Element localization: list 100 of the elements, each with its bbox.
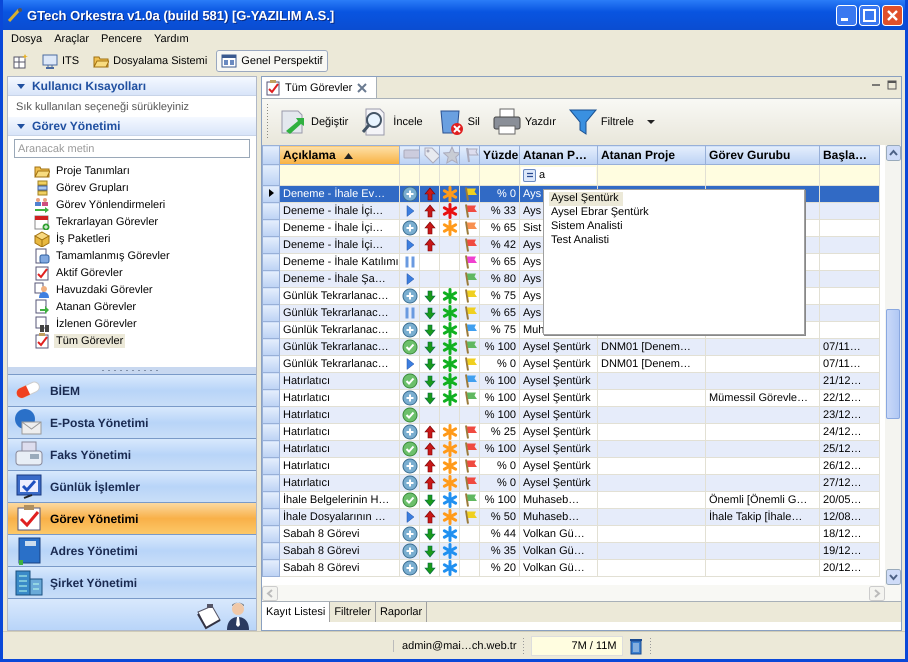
- tree-item[interactable]: Atanan Görevler: [54, 300, 138, 314]
- splitter-grip[interactable]: [8, 367, 256, 374]
- tag-icon: [423, 146, 438, 164]
- toolbar-button[interactable]: Sil: [432, 105, 483, 139]
- nav-button[interactable]: Şirket Yönetimi: [8, 566, 256, 598]
- menu-item[interactable]: Dosya: [5, 33, 48, 45]
- scroll-thumb[interactable]: [886, 309, 900, 419]
- table-cell: Mümessil Görevle…: [709, 392, 808, 404]
- window-title: GTech Orkestra v1.0a (build 581) [G-YAZILIM A.S.]: [27, 8, 336, 22]
- column-header[interactable]: Yüzde: [480, 146, 520, 164]
- tree-item[interactable]: Görev Yönlendirmeleri: [54, 198, 168, 212]
- maximize-button[interactable]: [859, 4, 880, 26]
- column-header[interactable]: Atanan P…: [520, 146, 598, 164]
- nav-button[interactable]: Görev Yönetimi: [8, 502, 256, 534]
- tree-item[interactable]: Tüm Görevler: [54, 334, 126, 348]
- toolbar-button[interactable]: Genel Perspektif: [216, 50, 328, 72]
- table-cell: 20/05…: [823, 494, 862, 506]
- table-cell: 26/12…: [823, 460, 862, 472]
- tree-item[interactable]: Görev Grupları: [54, 180, 131, 194]
- table-cell: % 100: [484, 341, 516, 353]
- window-icon: [221, 53, 238, 69]
- status-grip: [522, 638, 526, 654]
- tree-item[interactable]: Aktif Görevler: [54, 266, 125, 280]
- tree-item[interactable]: İzlenen Görevler: [54, 316, 139, 330]
- tree-item[interactable]: Tekrarlayan Görevler: [54, 214, 160, 228]
- menu-item[interactable]: Pencere: [95, 33, 148, 45]
- status-grip: [649, 638, 652, 654]
- toolbar-button[interactable]: Değiştir: [275, 105, 352, 139]
- vertical-scrollbar[interactable]: [885, 145, 901, 585]
- table-cell: Volkan Gü…: [523, 528, 585, 540]
- scroll-up-button[interactable]: [886, 145, 900, 161]
- table-cell: Muhaseb…: [523, 511, 580, 523]
- table-cell: DNM01 [Denem…: [601, 341, 691, 353]
- table-cell: Aysel Şentürk: [523, 392, 591, 404]
- column-header[interactable]: Başla…: [820, 146, 880, 164]
- table-cell: Deneme - İhale İçi…: [283, 222, 384, 234]
- table-cell: İhale Dosyalarının …: [283, 511, 386, 523]
- checklist-icon: [34, 264, 50, 280]
- list-item[interactable]: Aysel Şentürk: [549, 192, 623, 206]
- table-cell: % 100: [484, 375, 516, 387]
- list-item[interactable]: Test Analisti: [549, 234, 612, 248]
- table-cell: Hatırlatıcı: [283, 443, 330, 455]
- tab[interactable]: Kayıt Listesi: [262, 602, 330, 622]
- list-item[interactable]: Aysel Ebrar Şentürk: [549, 206, 651, 220]
- table-cell: Deneme - İhale İçi…: [283, 239, 384, 251]
- column-header[interactable]: Atanan Proje: [598, 146, 706, 164]
- table-cell: Aysel Şentürk: [523, 409, 591, 421]
- table-cell: % 25: [490, 426, 516, 438]
- table-cell: 27/12…: [823, 477, 862, 489]
- search-field[interactable]: Aranacak metin: [14, 139, 250, 158]
- list-item[interactable]: Sistem Analisti: [549, 220, 625, 234]
- tree-item[interactable]: Tamamlanmış Görevler: [54, 248, 172, 262]
- close-icon[interactable]: [356, 82, 368, 94]
- monitor-icon: [42, 53, 58, 69]
- close-button[interactable]: [882, 4, 903, 26]
- funnel-icon: [568, 107, 598, 137]
- new-window-icon: [12, 53, 28, 69]
- table-cell: 24/12…: [823, 426, 862, 438]
- scroll-down-button[interactable]: [886, 569, 900, 585]
- tree-item[interactable]: Proje Tanımları: [54, 164, 132, 178]
- table-cell: 22/12…: [823, 392, 862, 404]
- tree-item[interactable]: İş Paketleri: [54, 232, 112, 246]
- table-cell: % 65: [490, 222, 516, 234]
- user-icon[interactable]: [226, 600, 250, 630]
- view-tab[interactable]: Tüm Görevler: [262, 77, 378, 98]
- nav-button[interactable]: BİEM: [8, 374, 256, 406]
- table-cell: % 65: [490, 307, 516, 319]
- operator-button[interactable]: [523, 168, 536, 182]
- nav-button[interactable]: Adres Yönetimi: [8, 534, 256, 566]
- table-cell: İhale Takip [İhale…: [709, 511, 802, 523]
- nav-button[interactable]: Günlük İşlemler: [8, 470, 256, 502]
- caret-icon: [646, 120, 655, 124]
- table-cell: Sabah 8 Görevi: [283, 545, 360, 557]
- tree-item[interactable]: Havuzdaki Görevler: [54, 282, 155, 296]
- toolbar-button[interactable]: Dosyalama Sistemi: [88, 50, 212, 72]
- tab-title: Tüm Görevler: [285, 82, 352, 94]
- toolbar-button[interactable]: Yazdır: [488, 105, 559, 139]
- section-header[interactable]: Kullanıcı Kısayolları: [8, 77, 256, 96]
- section-header[interactable]: Görev Yönetimi: [8, 117, 256, 136]
- toolbar-button[interactable]: Filtrele: [564, 105, 658, 139]
- printer-icon: [492, 107, 522, 137]
- calendar-icon: [34, 214, 50, 230]
- nav-button[interactable]: Faks Yönetimi: [8, 438, 256, 470]
- table-cell: % 0: [497, 460, 516, 472]
- nav-button[interactable]: E-Posta Yönetimi: [8, 406, 256, 438]
- table-cell: 07/11…: [823, 341, 861, 353]
- toolbar-button[interactable]: ITS: [37, 50, 84, 72]
- table-cell: % 50: [490, 511, 516, 523]
- maximize-icon[interactable]: [887, 80, 897, 90]
- table-cell: 20/12…: [823, 562, 862, 574]
- column-header[interactable]: Açıklama: [280, 146, 400, 164]
- column-header[interactable]: Görev Gurubu: [706, 146, 820, 164]
- toolbar-button[interactable]: İncele: [357, 105, 426, 139]
- menu-item[interactable]: Yardım: [148, 33, 195, 45]
- table-cell: % 100: [484, 392, 516, 404]
- globe-envelope-icon: [14, 408, 44, 438]
- trash-icon[interactable]: [629, 636, 644, 654]
- hint-text: Sık kullanılan seçeneği sürükleyiniz: [15, 100, 190, 115]
- menu-item[interactable]: Araçlar: [48, 33, 96, 45]
- minimize-button[interactable]: [836, 4, 857, 26]
